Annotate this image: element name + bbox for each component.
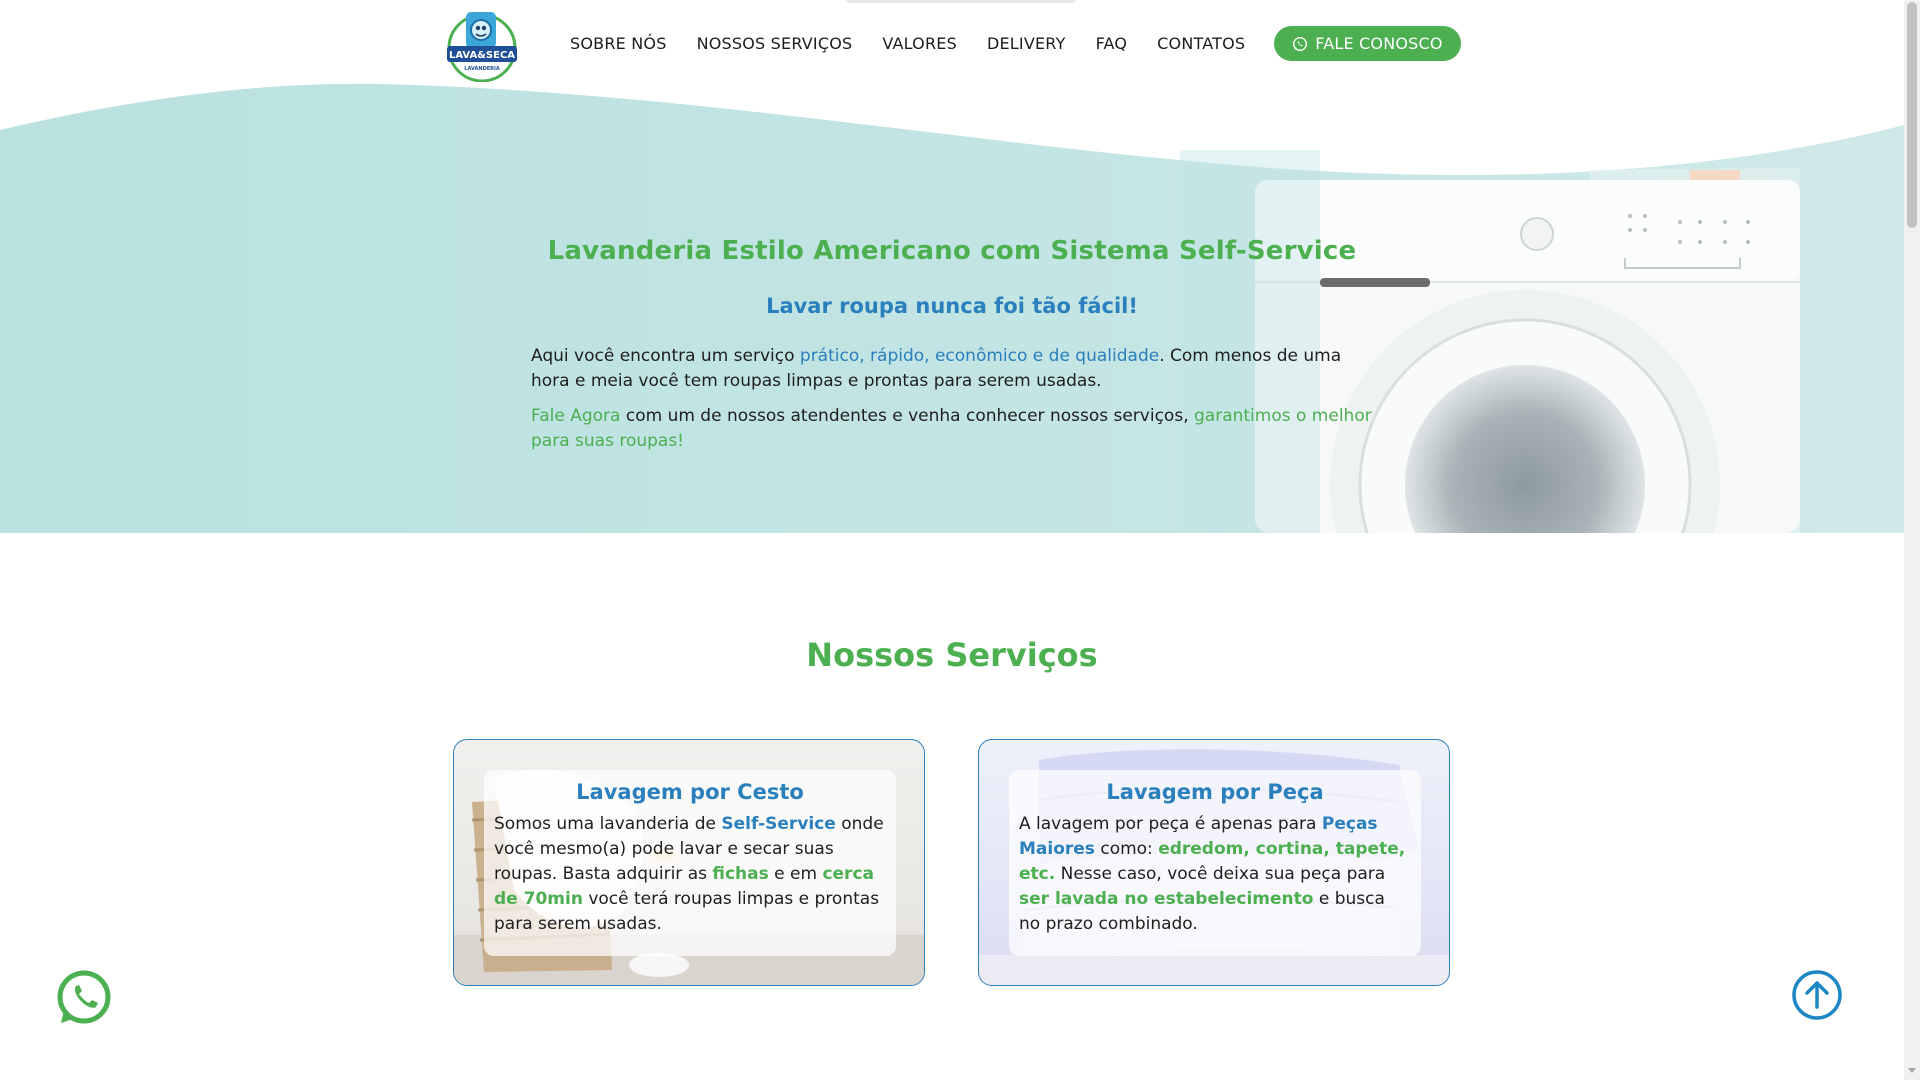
nav-sobre-nos[interactable]: SOBRE NÓS	[570, 34, 667, 53]
card-peca-h3: ser lavada no estabelecimento	[1019, 889, 1314, 909]
fale-agora-link[interactable]: Fale Agora	[531, 406, 620, 426]
service-card-peca[interactable]: Lavagem por Peça A lavagem por peça é ap…	[978, 739, 1450, 986]
card-peca-t3: Nesse caso, você deixa sua peça para	[1055, 864, 1386, 884]
nav-delivery[interactable]: DELIVERY	[987, 34, 1066, 53]
logo-text: LAVA&SECA	[449, 50, 515, 61]
logo-subtext: LAVANDERIA	[464, 66, 500, 72]
site-header: LAVA&SECA LAVANDERIA SOBRE NÓS NOSSOS SE…	[0, 0, 1904, 86]
card-peca-panel: Lavagem por Peça A lavagem por peça é ap…	[1009, 770, 1421, 956]
card-peca-text: A lavagem por peça é apenas para Peças M…	[1019, 812, 1411, 937]
nav-contatos[interactable]: CONTATOS	[1157, 34, 1245, 53]
nav-faq[interactable]: FAQ	[1096, 34, 1128, 53]
whatsapp-float-icon[interactable]	[55, 969, 113, 1027]
hero-paragraph-2: Fale Agora com um de nossos atendentes e…	[531, 404, 1373, 454]
hero-p1-text-1: Aqui você encontra um serviço	[531, 346, 800, 366]
services-title: Nossos Serviços	[806, 636, 1098, 674]
hero-title: Lavanderia Estilo Americano com Sistema …	[547, 236, 1357, 266]
card-cesto-t1: Somos uma lavanderia de	[494, 814, 722, 834]
service-card-cesto[interactable]: Lavagem por Cesto Somos uma lavanderia d…	[453, 739, 925, 986]
hero-p2-text-1: com um de nossos atendentes e venha conh…	[620, 406, 1194, 426]
card-peca-title: Lavagem por Peça	[1106, 780, 1324, 804]
nav-valores[interactable]: VALORES	[882, 34, 957, 53]
card-peca-t2: como:	[1094, 839, 1159, 859]
hero-paragraph-1: Aqui você encontra um serviço prático, r…	[531, 344, 1373, 394]
card-peca-t1: A lavagem por peça é apenas para	[1019, 814, 1322, 834]
main-nav: SOBRE NÓS NOSSOS SERVIÇOS VALORES DELIVE…	[570, 34, 1275, 53]
card-cesto-text: Somos uma lavanderia de Self-Service ond…	[494, 812, 886, 937]
page-scrollbar[interactable]	[1904, 0, 1920, 1080]
card-cesto-h2: fichas	[712, 864, 769, 884]
back-to-top-icon[interactable]	[1791, 969, 1843, 1021]
scroll-down-arrow-icon[interactable]	[1908, 1068, 1916, 1073]
top-edge-tab	[846, 0, 1076, 3]
nav-nossos-servicos[interactable]: NOSSOS SERVIÇOS	[697, 34, 853, 53]
hero-subtitle: Lavar roupa nunca foi tão fácil!	[766, 294, 1138, 318]
card-cesto-title: Lavagem por Cesto	[576, 780, 804, 804]
fale-conosco-button[interactable]: FALE CONOSCO	[1274, 26, 1461, 61]
logo-icon[interactable]: LAVA&SECA LAVANDERIA	[442, 6, 522, 82]
hero-p1-highlight: prático, rápido, econômico e de qualidad…	[799, 346, 1160, 366]
card-cesto-panel: Lavagem por Cesto Somos uma lavanderia d…	[484, 770, 896, 956]
card-cesto-t3: e em	[768, 864, 823, 884]
hero-content: Lavanderia Estilo Americano com Sistema …	[531, 236, 1373, 454]
scrollbar-thumb[interactable]	[1907, 2, 1917, 228]
card-cesto-h1: Self-Service	[721, 814, 836, 834]
fale-conosco-label: FALE CONOSCO	[1315, 34, 1443, 53]
whatsapp-icon	[1293, 36, 1308, 51]
